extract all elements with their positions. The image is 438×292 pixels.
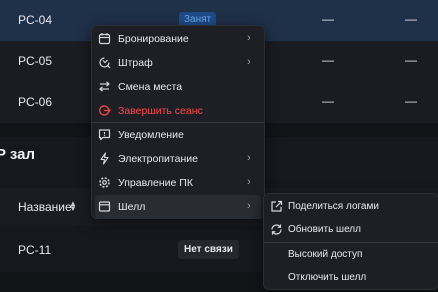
menu-item-label: Уведомление [118,129,184,141]
menu-item-power[interactable]: Электропитание › [92,147,264,171]
chevron-right-icon: › [247,200,251,212]
cell-value: — [322,94,334,108]
submenu-item-label: Высокий доступ [288,249,363,260]
pc-name: PC-06 [18,95,53,109]
menu-item-label: Бронирование [118,33,189,45]
calendar-icon [98,32,111,45]
power-icon [98,104,111,117]
share-icon [270,200,283,213]
menu-item-booking[interactable]: Бронирование › [92,27,264,51]
cell-value: — [405,94,417,108]
submenu-item-update-shell[interactable]: Обновить шелл [264,218,438,242]
menu-item-notification[interactable]: Уведомление [92,123,264,147]
pc-name: PC-11 [18,243,52,257]
status-badge-offline: Нет связи [178,240,239,259]
swap-icon [98,80,111,93]
cell-value: — [405,53,417,67]
menu-item-label: Штраф [118,57,153,69]
chevron-right-icon: › [247,56,251,68]
terminal-icon [98,200,111,213]
lightning-icon [98,152,111,165]
menu-item-pc-control[interactable]: Управление ПК › [92,171,264,195]
menu-item-penalty[interactable]: Штраф › [92,51,264,75]
chevron-right-icon: › [247,176,251,188]
cell-value: — [405,12,417,26]
gear-icon [98,176,111,189]
penalty-icon [98,56,111,69]
context-menu: Бронирование › Штраф › Смена места Завер… [91,25,265,219]
sort-icon[interactable]: ▲ ▼ [69,200,77,213]
pc-name: PC-05 [18,54,53,68]
menu-item-change-seat[interactable]: Смена места [92,75,264,99]
cell-value: — [322,12,334,26]
submenu-item-high-access[interactable]: Высокий доступ [264,243,438,267]
submenu-item-label: Отключить шелл [288,272,367,283]
submenu-item-share-logs[interactable]: Поделиться логами [264,195,438,219]
message-icon [98,128,111,141]
pc-name: PC-04 [18,13,53,27]
chevron-right-icon: › [247,32,251,44]
menu-item-label: Электропитание [118,153,198,165]
menu-item-end-session[interactable]: Завершить сеанс [92,99,264,123]
menu-item-label: Смена места [118,81,183,93]
refresh-icon [270,223,283,236]
cell-value: — [322,53,334,67]
submenu-item-label: Обновить шелл [288,224,361,235]
menu-item-shell[interactable]: Шелл › [95,195,261,219]
column-header-name[interactable]: Название [18,200,72,214]
page: PC-04 Занят — — PC-05 — — PC-06 — — P за… [0,0,438,292]
menu-item-label: Шелл [118,201,146,213]
menu-item-label: Управление ПК [118,177,193,189]
shell-submenu: Поделиться логами Обновить шелл Высокий … [263,193,438,290]
submenu-item-disable-shell[interactable]: Отключить шелл [264,266,438,290]
section-title: P зал [0,146,36,163]
chevron-right-icon: › [247,152,251,164]
submenu-item-label: Поделиться логами [288,201,379,212]
menu-item-label: Завершить сеанс [118,105,203,117]
